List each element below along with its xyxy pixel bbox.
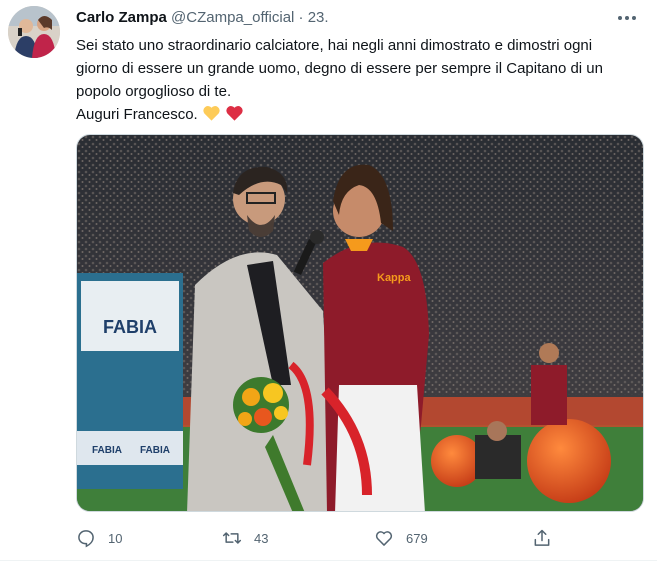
reply-button[interactable]: 10 xyxy=(76,524,122,552)
tweet-time[interactable]: 23. xyxy=(308,9,329,26)
yellow-heart-icon xyxy=(202,104,221,129)
like-button[interactable]: 679 xyxy=(374,524,428,552)
reply-count: 10 xyxy=(108,530,123,546)
tweet-text-body: Sei stato uno straordinario calciatore, … xyxy=(76,37,603,100)
share-icon xyxy=(534,529,550,546)
retweet-count: 43 xyxy=(254,530,269,546)
banner-small-2: FABIA xyxy=(140,445,170,456)
red-heart-icon xyxy=(225,104,244,129)
avatar[interactable] xyxy=(8,6,60,58)
reply-icon xyxy=(78,530,94,548)
tweet-photo[interactable]: FABIA FABIA FABIA Kappa xyxy=(76,134,644,512)
tweet-actions: 10 43 679 xyxy=(76,524,644,552)
author-handle[interactable]: @CZampa_official xyxy=(171,9,294,26)
tweet-text-greeting: Auguri Francesco. xyxy=(76,106,198,123)
tweet-header: Carlo Zampa @CZampa_official · 23. xyxy=(76,8,329,28)
stadium-photo: FABIA FABIA FABIA Kappa xyxy=(77,135,643,511)
shirt-logo: Kappa xyxy=(377,272,412,284)
retweet-button[interactable]: 43 xyxy=(222,524,268,552)
separator-dot: · xyxy=(298,9,304,26)
banner-small-1: FABIA xyxy=(92,445,122,456)
tweet-text-closing: Auguri Francesco. xyxy=(76,103,636,129)
tweet[interactable]: Carlo Zampa @CZampa_official · 23. Sei s… xyxy=(0,0,657,561)
share-button[interactable] xyxy=(532,524,552,552)
retweet-icon xyxy=(222,532,242,544)
more-options-button[interactable] xyxy=(615,8,639,28)
more-icon xyxy=(618,16,636,20)
like-count: 679 xyxy=(406,530,428,546)
author-name[interactable]: Carlo Zampa xyxy=(76,9,167,26)
tweet-text: Sei stato uno straordinario calciatore, … xyxy=(76,34,636,129)
banner-text: FABIA xyxy=(103,317,157,337)
like-icon xyxy=(375,531,393,546)
